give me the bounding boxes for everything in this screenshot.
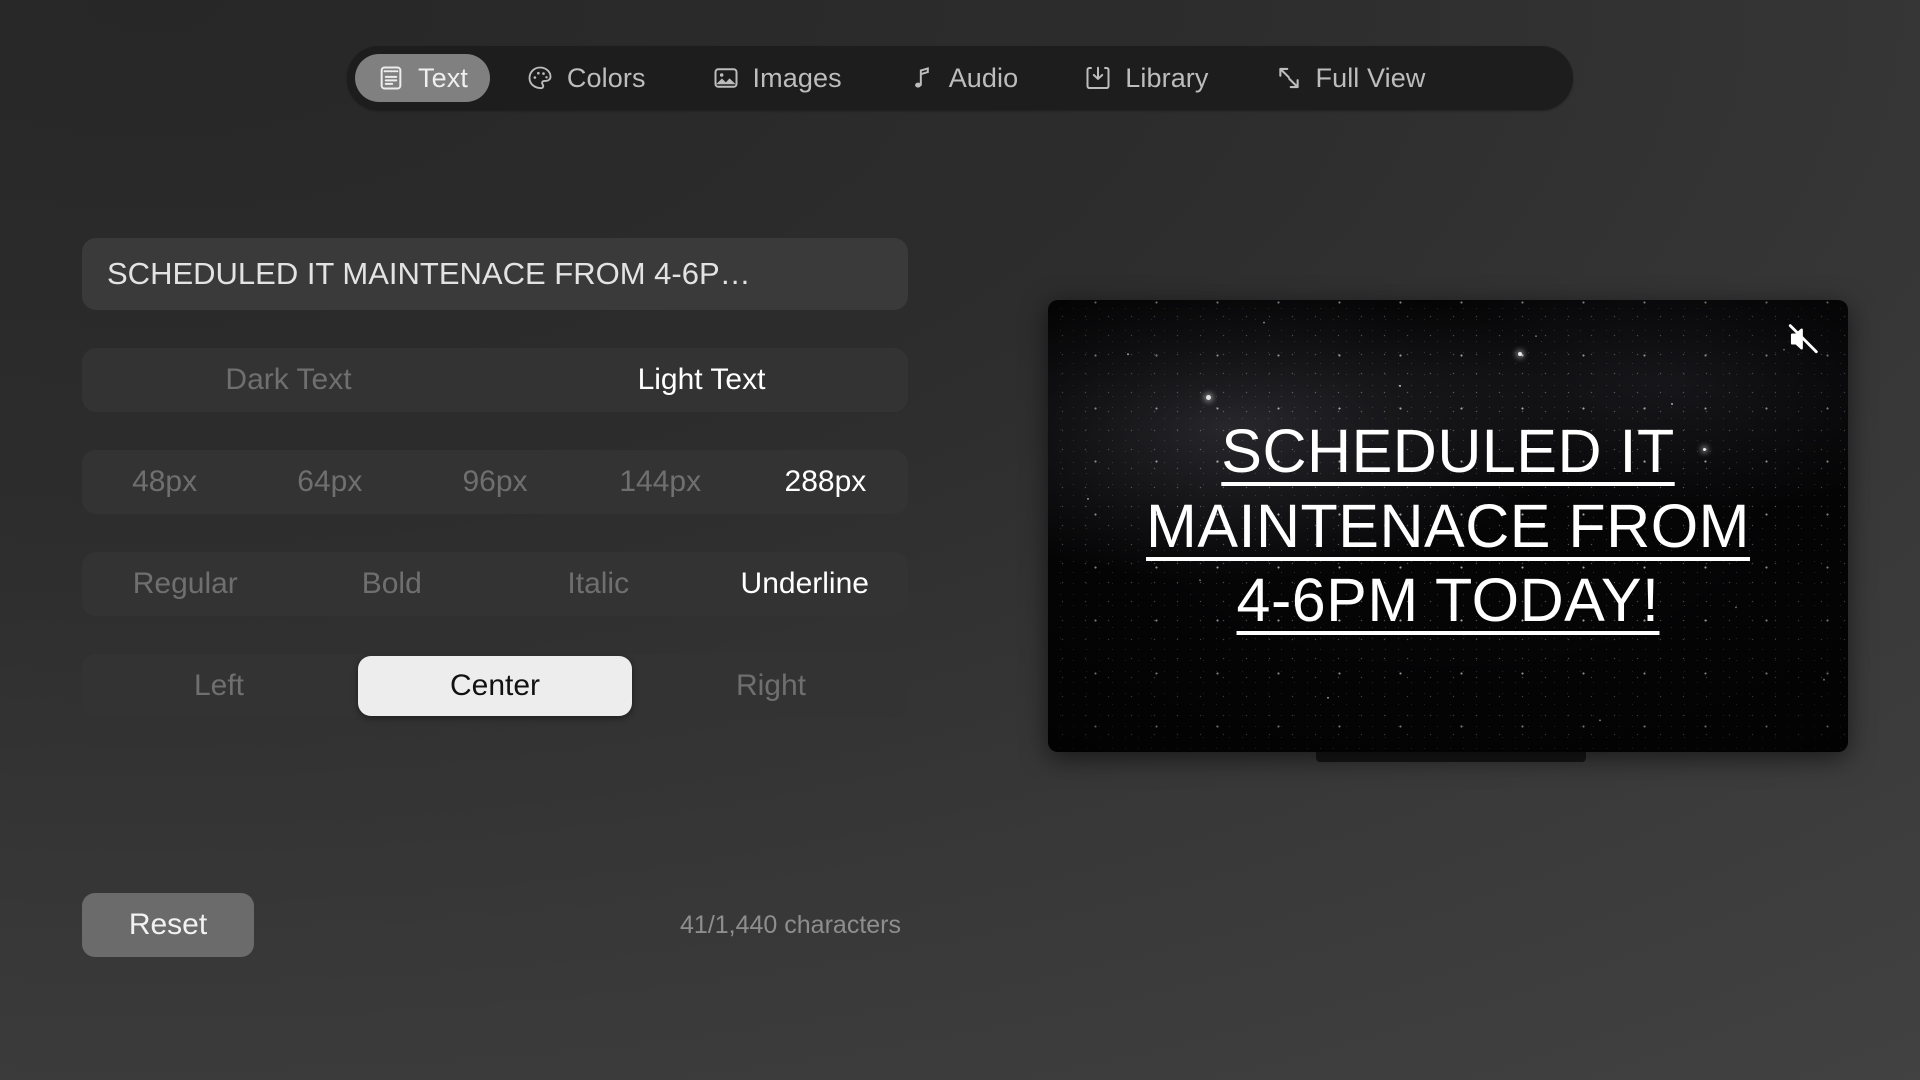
starfield-layer <box>1048 300 1848 752</box>
segment-dark-text[interactable]: Dark Text <box>82 348 495 412</box>
nav-tab-colors[interactable]: Colors <box>504 54 668 102</box>
text-alignment-control: Left Center Right <box>82 654 908 718</box>
palette-icon <box>526 64 554 92</box>
font-size-control: 48px 64px 96px 144px 288px <box>82 450 908 514</box>
segment-align-left[interactable]: Left <box>82 654 356 718</box>
bright-star <box>1206 395 1211 400</box>
screen-vignette <box>1048 300 1848 752</box>
nav-tab-label: Text <box>418 62 468 93</box>
bright-star <box>1518 352 1522 356</box>
segment-align-center[interactable]: Center <box>358 656 632 716</box>
image-icon <box>712 64 740 92</box>
expand-arrows-icon <box>1275 64 1303 92</box>
segment-size-96[interactable]: 96px <box>412 450 577 514</box>
starfield-layer <box>1048 300 1848 752</box>
message-text-input[interactable]: SCHEDULED IT MAINTENACE FROM 4-6P… <box>82 238 908 310</box>
nav-tab-images[interactable]: Images <box>690 54 864 102</box>
sign-message-line: MAINTENACE FROM <box>1146 491 1750 560</box>
text-document-icon <box>377 64 405 92</box>
starfield-layer <box>1048 300 1848 752</box>
segment-size-64[interactable]: 64px <box>247 450 412 514</box>
nav-tab-audio[interactable]: Audio <box>886 54 1041 102</box>
segment-style-regular[interactable]: Regular <box>82 552 289 616</box>
font-style-control: Regular Bold Italic Underline <box>82 552 908 616</box>
character-counter: 41/1,440 characters <box>680 910 901 939</box>
segment-style-bold[interactable]: Bold <box>289 552 496 616</box>
nav-tab-label: Audio <box>948 62 1019 93</box>
segment-size-288[interactable]: 288px <box>743 450 908 514</box>
nav-tab-label: Colors <box>566 62 646 93</box>
segment-style-italic[interactable]: Italic <box>495 552 702 616</box>
sign-message: SCHEDULED IT MAINTENACE FROM 4-6PM TODAY… <box>1048 300 1848 752</box>
text-theme-control: Dark Text Light Text <box>82 348 908 412</box>
nav-tab-library[interactable]: Library <box>1062 54 1230 102</box>
reset-button[interactable]: Reset <box>82 893 254 957</box>
bright-star <box>1703 448 1706 451</box>
editor-footer: Reset 41/1,440 characters <box>82 893 908 957</box>
main-navigation-bar: Text Colors Images Audio Library Full Vi… <box>347 46 1573 110</box>
speaker-muted-icon[interactable] <box>1786 322 1820 356</box>
segment-size-144[interactable]: 144px <box>578 450 743 514</box>
sign-preview: SCHEDULED IT MAINTENACE FROM 4-6PM TODAY… <box>1048 300 1848 762</box>
sign-message-line: SCHEDULED IT <box>1221 417 1675 486</box>
nav-tab-text[interactable]: Text <box>355 54 490 102</box>
segment-size-48[interactable]: 48px <box>82 450 247 514</box>
segment-style-underline[interactable]: Underline <box>702 552 909 616</box>
preview-screen[interactable]: SCHEDULED IT MAINTENACE FROM 4-6PM TODAY… <box>1048 300 1848 752</box>
music-note-icon <box>908 64 936 92</box>
download-tray-icon <box>1084 64 1112 92</box>
nav-tab-label: Full View <box>1315 62 1426 93</box>
nav-tab-label: Images <box>752 62 842 93</box>
starfield-layer <box>1048 300 1848 752</box>
segment-align-right[interactable]: Right <box>634 654 908 718</box>
segment-light-text[interactable]: Light Text <box>495 348 908 412</box>
text-editor-panel: SCHEDULED IT MAINTENACE FROM 4-6P… Dark … <box>82 238 908 718</box>
sign-message-line: 4-6PM TODAY! <box>1236 566 1660 635</box>
nav-tab-label: Library <box>1125 62 1209 93</box>
nav-tab-full-view[interactable]: Full View <box>1253 54 1448 102</box>
